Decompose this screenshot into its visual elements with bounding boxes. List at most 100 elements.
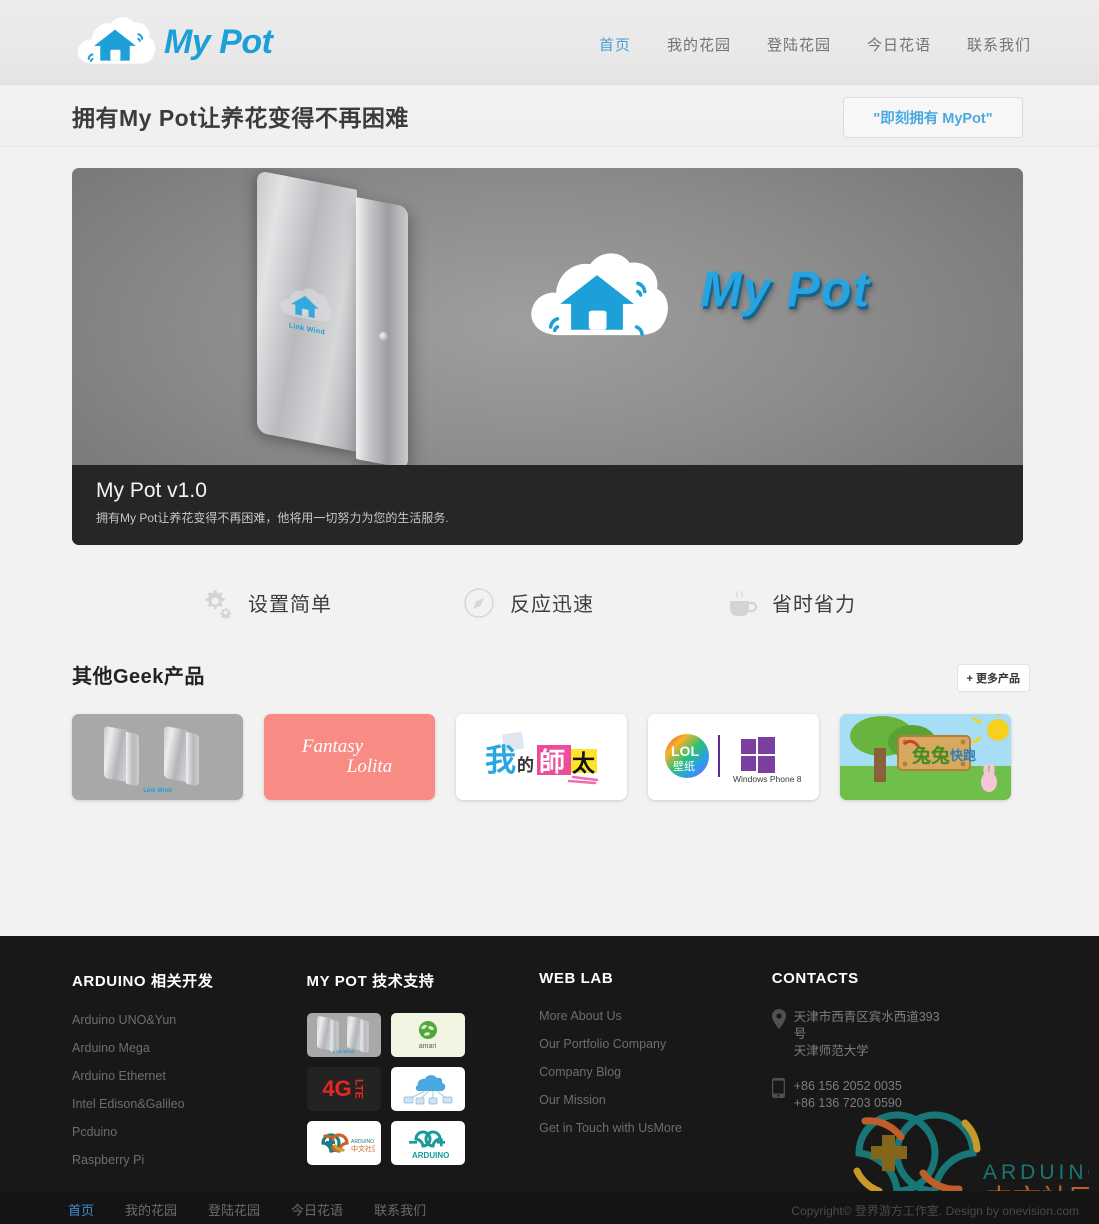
page-root: My Pot 首页 我的花园 登陆花园 今日花语 联系我们 拥有My Pot让养…	[0, 0, 1099, 1224]
product-card-lol-wallpaper[interactable]: LOL 壁纸 Windows Phone 8	[648, 714, 819, 800]
footer-link-portfolio[interactable]: Our Portfolio Company	[539, 1037, 772, 1051]
product-card-wo-de-shi-tai[interactable]: 我 的 師 太	[456, 714, 627, 800]
footer-thumb-caption: amari	[418, 1043, 437, 1050]
bottom-nav-item-my-garden[interactable]: 我的花园	[125, 1200, 177, 1219]
nav-item-login-garden[interactable]: 登陆花园	[767, 34, 831, 55]
footer-thumb-4g-lte[interactable]: 4G LTE	[306, 1067, 381, 1111]
product-card-caption: Link Wind	[143, 788, 172, 794]
cloud-network-icon	[403, 1075, 452, 1105]
watermark-sub: 中文社区	[985, 1183, 1089, 1191]
feature-label: 省时省力	[772, 594, 856, 616]
hero-wordmark: My Pot	[700, 261, 870, 317]
svg-text:Windows Phone 8: Windows Phone 8	[733, 774, 802, 784]
hero-caption-text: 拥有My Pot让养花变得不再困难，他将用一切努力为您的生活服务.	[96, 511, 449, 525]
svg-text:太: 太	[572, 751, 596, 777]
product-card-tu-tu-kuai-pao[interactable]: 兔兔 快跑	[840, 714, 1011, 800]
nav-item-flower-words[interactable]: 今日花语	[867, 34, 931, 55]
site-logo[interactable]: My Pot	[72, 11, 273, 73]
footer-link-arduino-uno[interactable]: Arduino UNO&Yun	[72, 1013, 307, 1027]
site-header: My Pot 首页 我的花园 登陆花园 今日花语 联系我们	[0, 0, 1099, 85]
hero-caption-title: My Pot v1.0	[96, 479, 207, 502]
nav-item-home[interactable]: 首页	[599, 34, 631, 55]
product-card-fantasy-lolita[interactable]: Fantasy Lolita	[264, 714, 435, 800]
nav-item-contact[interactable]: 联系我们	[967, 34, 1031, 55]
footer-link-our-mission[interactable]: Our Mission	[539, 1093, 772, 1107]
top-navigation: 首页 我的花园 登陆花园 今日花语 联系我们	[599, 34, 1031, 55]
footer-link-arduino-mega[interactable]: Arduino Mega	[72, 1041, 307, 1055]
feature-fast-response: 反应迅速	[462, 586, 594, 620]
footer-link-more-about-us[interactable]: More About Us	[539, 1009, 772, 1023]
hero-banner[interactable]: Link Wind My Pot My Pot v1.0 拥有My Pot让养花…	[72, 168, 1023, 545]
arduino-cn-watermark: ARDUINO 中文社区	[839, 1093, 1099, 1191]
fantasy-line: Fantasy	[301, 736, 364, 758]
map-pin-icon	[771, 1009, 794, 1060]
gears-icon	[200, 586, 234, 620]
site-footer: ARDUINO 相关开发 Arduino UNO&Yun Arduino Meg…	[0, 936, 1099, 1191]
footer-link-raspberry-pi[interactable]: Raspberry Pi	[72, 1153, 307, 1167]
footer-column-weblab: WEB LAB More About Us Our Portfolio Comp…	[539, 970, 772, 1181]
hero-section: Link Wind My Pot My Pot v1.0 拥有My Pot让养花…	[0, 147, 1099, 545]
footer-link-pcduino[interactable]: Pcduino	[72, 1125, 307, 1139]
footer-heading: MY POT 技术支持	[306, 973, 435, 990]
title-bar: 拥有My Pot让养花变得不再困难 "即刻拥有 MyPot"	[0, 85, 1099, 147]
phone-1: +86 156 2052 0035	[793, 1078, 902, 1093]
product-card-link-wind[interactable]: Link Wind	[72, 714, 243, 800]
svg-text:LOL: LOL	[671, 743, 699, 759]
footer-thumb-caption: Link Wind	[332, 1049, 355, 1054]
bottom-nav-item-contact[interactable]: 联系我们	[374, 1200, 426, 1219]
footer-thumb-arduino-cn[interactable]: ARDUINO 中文社区	[306, 1121, 381, 1165]
svg-text:兔兔: 兔兔	[911, 744, 950, 767]
feature-easy-setup: 设置简单	[200, 586, 332, 620]
svg-text:的: 的	[517, 755, 534, 776]
mypot-device-image: Link Wind	[257, 170, 422, 470]
tu-tu-kuai-pao-scene-icon: 兔兔 快跑	[840, 714, 1011, 800]
footer-link-company-blog[interactable]: Company Blog	[539, 1065, 772, 1079]
footer-heading: CONTACTS	[771, 970, 859, 987]
footer-link-arduino-ethernet[interactable]: Arduino Ethernet	[72, 1069, 307, 1083]
bottom-nav-item-flower-words[interactable]: 今日花语	[291, 1200, 343, 1219]
arduino-cn-logo-icon: ARDUINO 中文社区	[320, 1133, 375, 1153]
bottom-bar: 首页 我的花园 登陆花园 今日花语 联系我们 Copyright© 登界游方工作…	[0, 1191, 1099, 1224]
products-section: 其他Geek产品 + 更多产品 Link Wind Fantasy Lolita…	[0, 660, 1099, 800]
lolita-line: Lolita	[346, 756, 393, 777]
nav-item-my-garden[interactable]: 我的花园	[667, 34, 731, 55]
bottom-navigation: 首页 我的花园 登陆花园 今日花语 联系我们	[68, 1200, 426, 1219]
more-products-button[interactable]: + 更多产品	[956, 664, 1030, 692]
footer-link-intel-edison[interactable]: Intel Edison&Galileo	[72, 1097, 307, 1111]
watermark-text: ARDUINO	[983, 1161, 1089, 1184]
footer-heading: ARDUINO 相关开发	[72, 973, 214, 990]
logo-text: My Pot	[164, 22, 273, 61]
bottom-nav-item-login-garden[interactable]: 登陆花园	[208, 1200, 260, 1219]
footer-column-support: MY POT 技术支持 Link Wind amari 4G LTE ARDUI…	[306, 970, 540, 1181]
mobile-phone-icon	[771, 1077, 794, 1112]
contact-address-text: 天津市西青区宾水西道393号 天津师范大学	[794, 1009, 944, 1060]
feature-label: 反应迅速	[510, 594, 594, 616]
footer-column-arduino: ARDUINO 相关开发 Arduino UNO&Yun Arduino Meg…	[72, 970, 307, 1181]
product-card-caption: Fantasy Lolita	[302, 737, 397, 777]
footer-thumb-caption: 4G	[322, 1076, 352, 1101]
features-row: 设置简单 反应迅速 省时省力	[0, 545, 1099, 660]
svg-text:壁纸: 壁纸	[673, 759, 695, 773]
address-line-2: 天津师范大学	[793, 1043, 869, 1058]
compass-icon	[462, 586, 496, 620]
feature-label: 设置简单	[248, 594, 332, 616]
cloud-house-wifi-icon	[72, 11, 158, 73]
products-heading: 其他Geek产品	[72, 666, 205, 688]
hero-cloud-house-icon	[522, 242, 672, 352]
footer-thumb-cloud-network[interactable]	[390, 1067, 465, 1111]
footer-link-get-in-touch[interactable]: Get in Touch with UsMore	[539, 1121, 772, 1135]
address-line-1: 天津市西青区宾水西道393号	[793, 1010, 940, 1041]
footer-thumb-arduino[interactable]: ARDUINO	[390, 1121, 465, 1165]
arduino-wordmark: ARDUINO	[412, 1151, 449, 1160]
bottom-nav-item-home[interactable]: 首页	[68, 1200, 94, 1219]
get-mypot-button[interactable]: "即刻拥有 MyPot"	[843, 97, 1023, 138]
amari-leaf-icon	[418, 1021, 437, 1039]
footer-thumb-sub: LTE	[352, 1079, 365, 1099]
footer-thumb-amari[interactable]: amari	[390, 1013, 465, 1057]
footer-thumb-link-wind[interactable]: Link Wind	[306, 1013, 381, 1057]
arduino-cn-sub: 中文社区	[351, 1144, 375, 1153]
page-title: 拥有My Pot让养花变得不再困难	[72, 105, 409, 131]
hero-caption: My Pot v1.0 拥有My Pot让养花变得不再困难，他将用一切努力为您的…	[72, 465, 1023, 545]
footer-heading: WEB LAB	[539, 970, 614, 987]
contact-address: 天津市西青区宾水西道393号 天津师范大学	[771, 1009, 1027, 1060]
